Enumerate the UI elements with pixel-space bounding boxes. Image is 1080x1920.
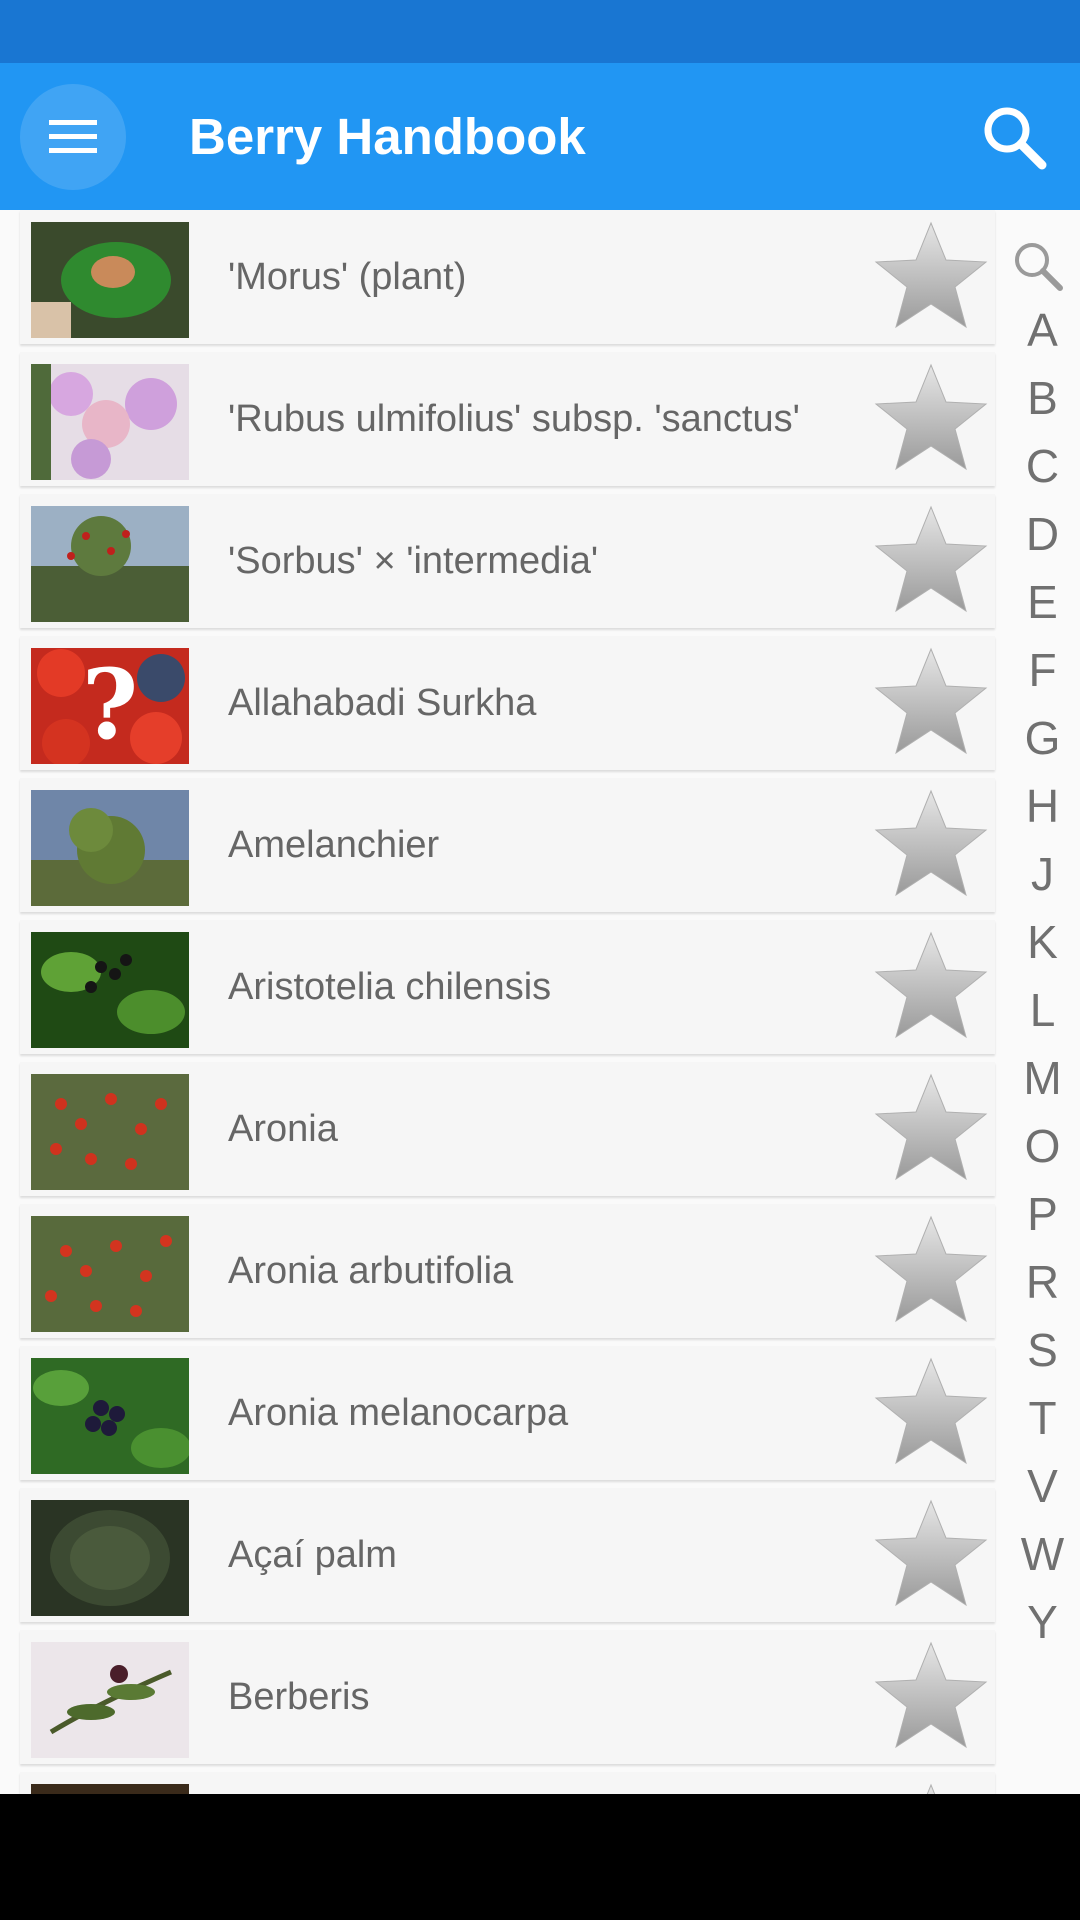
index-search-icon[interactable] — [1010, 238, 1066, 294]
thumbnail-image — [31, 1784, 189, 1794]
hamburger-menu-icon — [49, 120, 97, 153]
list-item[interactable] — [20, 1772, 995, 1794]
list-item[interactable]: Aronia — [20, 1062, 995, 1196]
item-name: 'Morus' (plant) — [228, 256, 467, 298]
svg-text:?: ? — [82, 648, 138, 761]
list-item[interactable]: Açaí palm — [20, 1488, 995, 1622]
navigation-bar — [0, 1794, 1080, 1920]
list-item[interactable]: ? Allahabadi Surkha — [20, 636, 995, 770]
list-item[interactable]: 'Morus' (plant) — [20, 210, 995, 344]
thumbnail-image — [31, 506, 189, 622]
index-letter[interactable]: T — [1005, 1384, 1080, 1452]
index-letter[interactable]: F — [1005, 636, 1080, 704]
favorite-star-icon[interactable] — [870, 1779, 992, 1794]
item-name: Allahabadi Surkha — [228, 682, 537, 724]
thumbnail-image — [31, 1358, 189, 1474]
menu-button[interactable] — [20, 84, 126, 190]
index-letter[interactable]: H — [1005, 772, 1080, 840]
index-letter[interactable]: K — [1005, 908, 1080, 976]
index-letter[interactable]: Y — [1005, 1588, 1080, 1656]
index-letter[interactable]: A — [1005, 296, 1080, 364]
favorite-star-icon[interactable] — [870, 927, 992, 1049]
index-letter[interactable]: P — [1005, 1180, 1080, 1248]
search-icon — [984, 107, 1047, 170]
index-letter[interactable]: R — [1005, 1248, 1080, 1316]
item-name: Aronia melanocarpa — [228, 1392, 569, 1434]
app-title: Berry Handbook — [189, 108, 586, 165]
index-letter[interactable]: C — [1005, 432, 1080, 500]
thumbnail-image — [31, 1500, 189, 1616]
favorite-star-icon[interactable] — [870, 1353, 992, 1475]
thumbnail-image — [31, 1642, 189, 1758]
item-name: Açaí palm — [228, 1534, 397, 1576]
thumbnail-image — [31, 932, 189, 1048]
item-name: Berberis — [228, 1676, 370, 1718]
index-letter[interactable]: D — [1005, 500, 1080, 568]
list-item[interactable]: Amelanchier — [20, 778, 995, 912]
list-item[interactable]: Berberis — [20, 1630, 995, 1764]
list-item[interactable]: Aronia melanocarpa — [20, 1346, 995, 1480]
index-letter[interactable]: V — [1005, 1452, 1080, 1520]
favorite-star-icon[interactable] — [870, 501, 992, 623]
thumbnail-image — [31, 790, 189, 906]
favorite-star-icon[interactable] — [870, 1495, 992, 1617]
item-name: 'Rubus ulmifolius' subsp. 'sanctus' — [228, 398, 800, 440]
thumbnail-image — [31, 222, 189, 338]
list-item[interactable]: Aristotelia chilensis — [20, 920, 995, 1054]
item-name: 'Sorbus' × 'intermedia' — [228, 540, 599, 582]
index-letter[interactable]: L — [1005, 976, 1080, 1044]
favorite-star-icon[interactable] — [870, 1069, 992, 1191]
index-letter[interactable]: W — [1005, 1520, 1080, 1588]
index-letter[interactable]: O — [1005, 1112, 1080, 1180]
index-letter[interactable]: M — [1005, 1044, 1080, 1112]
app-bar: Berry Handbook — [0, 63, 1080, 210]
index-letter[interactable]: G — [1005, 704, 1080, 772]
item-name: Aronia arbutifolia — [228, 1250, 514, 1292]
thumbnail-image — [31, 364, 189, 480]
item-name: Aronia — [228, 1108, 338, 1150]
thumbnail-image — [31, 1216, 189, 1332]
search-button[interactable] — [976, 99, 1052, 175]
index-letter[interactable]: E — [1005, 568, 1080, 636]
list-item[interactable]: 'Sorbus' × 'intermedia' — [20, 494, 995, 628]
index-letter[interactable]: B — [1005, 364, 1080, 432]
status-bar — [0, 0, 1080, 63]
berry-list-content: 'Morus' (plant) 'Rubus ulmifolius' subsp… — [0, 210, 1080, 1794]
thumbnail-image — [31, 1074, 189, 1190]
favorite-star-icon[interactable] — [870, 643, 992, 765]
list-item[interactable]: Aronia arbutifolia — [20, 1204, 995, 1338]
item-name: Amelanchier — [228, 824, 440, 866]
list-item[interactable]: 'Rubus ulmifolius' subsp. 'sanctus' — [20, 352, 995, 486]
thumbnail-image: ? — [31, 648, 189, 764]
index-letter[interactable]: S — [1005, 1316, 1080, 1384]
favorite-star-icon[interactable] — [870, 359, 992, 481]
favorite-star-icon[interactable] — [870, 1211, 992, 1333]
favorite-star-icon[interactable] — [870, 785, 992, 907]
index-letter[interactable]: J — [1005, 840, 1080, 908]
favorite-star-icon[interactable] — [870, 217, 992, 339]
favorite-star-icon[interactable] — [870, 1637, 992, 1759]
item-name: Aristotelia chilensis — [228, 966, 552, 1008]
